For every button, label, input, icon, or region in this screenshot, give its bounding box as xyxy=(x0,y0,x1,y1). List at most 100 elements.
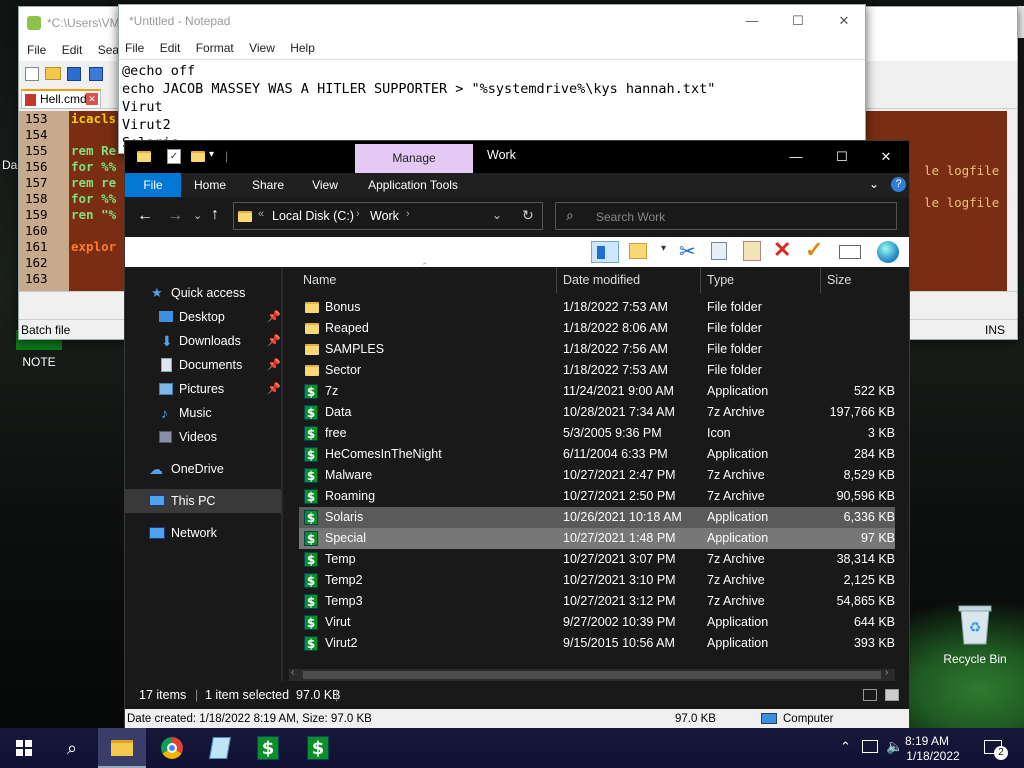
help-icon[interactable]: ? xyxy=(891,177,906,192)
file-row-virut2[interactable]: $ Virut2 9/15/2015 10:56 AM Application 393 … xyxy=(299,633,895,654)
open-folder-icon[interactable] xyxy=(45,67,61,80)
pin-icon[interactable]: 📌 xyxy=(267,329,281,353)
tab-close-icon[interactable]: ✕ xyxy=(86,93,98,105)
clock-date[interactable]: 1/18/2022 xyxy=(904,749,962,763)
taskbar-chrome-icon[interactable] xyxy=(148,728,196,768)
column-type[interactable]: Type xyxy=(703,267,821,293)
npp-menu-file[interactable]: File xyxy=(27,43,46,57)
notification-center-icon[interactable]: 2 xyxy=(984,738,1008,760)
notepad-menu-edit[interactable]: Edit xyxy=(160,41,181,55)
file-row-sector[interactable]: Sector 1/18/2022 7:53 AM File folder xyxy=(299,360,895,381)
tab-share[interactable]: Share xyxy=(243,173,293,197)
nav-desktop[interactable]: Desktop 📌 xyxy=(125,305,281,329)
quick-access-toolbar-dropdown-icon[interactable]: ▾ xyxy=(209,149,214,160)
nav-downloads[interactable]: ⬇ Downloads 📌 xyxy=(125,329,281,353)
save-all-icon[interactable] xyxy=(89,67,103,81)
copy-icon[interactable] xyxy=(711,242,727,260)
preview-pane-icon[interactable] xyxy=(591,241,619,263)
scroll-right-icon[interactable]: › xyxy=(885,667,888,678)
refresh-icon[interactable]: ↻ xyxy=(522,207,534,224)
file-row-reaped[interactable]: Reaped 1/18/2022 8:06 AM File folder xyxy=(299,318,895,339)
file-row-data[interactable]: $ Data 10/28/2021 7:34 AM 7z Archive 197,766… xyxy=(299,402,895,423)
file-row-7z[interactable]: $7z 11/24/2021 9:00 AM Application 522 KB xyxy=(299,381,895,402)
notepad-window[interactable]: *Untitled - Notepad — ☐ ✕ File Edit Form… xyxy=(118,4,866,154)
nav-documents[interactable]: Documents 📌 xyxy=(125,353,281,377)
notepad-menu-help[interactable]: Help xyxy=(290,41,315,55)
rename-checkmark-icon[interactable]: ✓ xyxy=(805,237,823,263)
taskbar-file-explorer-icon[interactable] xyxy=(98,728,146,768)
file-row-free[interactable]: $ free 5/3/2005 9:36 PM Icon 3 KB xyxy=(299,423,895,444)
file-row-virut[interactable]: $ Virut 9/27/2002 10:39 PM Application 644 K… xyxy=(299,612,895,633)
nav-this-pc[interactable]: This PC xyxy=(125,489,281,513)
file-row-hecomesinthenight[interactable]: $ HeComesInTheNight 6/11/2004 6:33 PM Appli… xyxy=(299,444,895,465)
recycle-bin-icon[interactable]: ♻ xyxy=(955,600,995,646)
npp-vscroll[interactable] xyxy=(1007,111,1017,291)
taskbar-app-dollar-icon[interactable]: $ xyxy=(244,728,292,768)
tab-application-tools[interactable]: Application Tools xyxy=(359,173,467,197)
view-options-icon[interactable] xyxy=(629,243,647,259)
notepad-maximize-icon[interactable]: ☐ xyxy=(775,5,821,37)
notepad-close-icon[interactable]: ✕ xyxy=(821,5,867,37)
globe-icon[interactable] xyxy=(877,241,899,263)
file-row-temp3[interactable]: $ Temp3 10/27/2021 3:12 PM 7z Archive 54,865… xyxy=(299,591,895,612)
explorer-maximize-icon[interactable]: ☐ xyxy=(819,141,865,173)
tab-file[interactable]: File xyxy=(125,173,181,197)
address-overflow[interactable]: « xyxy=(258,208,264,220)
ribbon-expand-chevron-icon[interactable]: ⌄ xyxy=(869,177,879,191)
properties-dialog-icon[interactable] xyxy=(839,245,861,259)
column-size[interactable]: Size xyxy=(823,267,903,293)
nav-quick-access[interactable]: ★ Quick access xyxy=(125,281,281,305)
nav-onedrive[interactable]: ☁ OneDrive xyxy=(125,457,281,481)
explorer-minimize-icon[interactable]: — xyxy=(773,141,819,173)
cut-icon[interactable]: ✂ xyxy=(679,239,696,264)
column-name[interactable]: Name xyxy=(299,267,557,293)
column-date-modified[interactable]: Date modified xyxy=(559,267,701,293)
details-view-icon[interactable] xyxy=(863,689,877,701)
file-row-roaming[interactable]: $ Roaming 10/27/2021 2:50 PM 7z Archive 90,5… xyxy=(299,486,895,507)
view-dropdown-icon[interactable]: ▾ xyxy=(661,243,666,254)
file-row-bonus[interactable]: Bonus 1/18/2022 7:53 AM File folder xyxy=(299,297,895,318)
pin-icon[interactable]: 📌 xyxy=(267,305,281,329)
tab-view[interactable]: View xyxy=(301,173,349,197)
notepad-text-area[interactable]: @echo off echo JACOB MASSEY WAS A HITLER… xyxy=(119,59,865,153)
npp-menu-edit[interactable]: Edit xyxy=(62,43,83,57)
volume-muted-icon[interactable]: 🔈 xyxy=(886,738,903,755)
scroll-left-icon[interactable]: ‹ xyxy=(291,667,294,678)
delete-icon[interactable]: ✕ xyxy=(773,237,791,263)
address-dropdown-icon[interactable]: ⌄ xyxy=(492,208,502,222)
large-icons-view-icon[interactable] xyxy=(885,689,899,701)
breadcrumb-local-disk[interactable]: Local Disk (C:) xyxy=(272,209,354,223)
breadcrumb-work[interactable]: Work xyxy=(370,209,399,223)
start-windows-icon[interactable] xyxy=(0,728,48,768)
back-arrow-icon[interactable]: ← xyxy=(137,207,153,225)
manage-contextual-tab[interactable]: Manage xyxy=(355,144,473,173)
clock-time[interactable]: 8:19 AM xyxy=(904,731,950,751)
nav-videos[interactable]: Videos xyxy=(125,425,281,449)
nav-network[interactable]: Network xyxy=(125,521,281,545)
explorer-close-icon[interactable]: ✕ xyxy=(863,141,909,173)
pin-icon[interactable]: 📌 xyxy=(267,377,281,401)
scroll-thumb[interactable] xyxy=(303,671,881,679)
taskbar-notepad-icon[interactable] xyxy=(196,728,244,768)
network-status-icon[interactable] xyxy=(862,740,878,753)
search-box[interactable]: ⌕ Search Work xyxy=(555,202,897,230)
explorer-window[interactable]: ✓ ▾ | Manage Work — ☐ ✕ File Home Share … xyxy=(124,140,910,730)
file-row-special[interactable]: $ Special 10/27/2021 1:48 PM Application 97 … xyxy=(299,528,895,549)
notepad-menu-view[interactable]: View xyxy=(249,41,275,55)
taskbar-app-dollar-icon[interactable]: $ xyxy=(294,728,342,768)
show-hidden-icons-chevron-icon[interactable]: ⌃ xyxy=(840,739,851,755)
up-arrow-icon[interactable]: ↑ xyxy=(211,206,219,224)
horizontal-scrollbar[interactable]: ‹ › xyxy=(289,667,895,681)
properties-icon[interactable]: ✓ xyxy=(167,149,181,164)
tab-home[interactable]: Home xyxy=(185,173,235,197)
pane-splitter[interactable] xyxy=(281,267,283,681)
pin-icon[interactable]: 📌 xyxy=(267,353,281,377)
notepad-minimize-icon[interactable]: — xyxy=(729,5,775,37)
notepad-menu-file[interactable]: File xyxy=(125,41,144,55)
npp-tab-hell[interactable]: Hell.cmd ✕ xyxy=(21,89,101,109)
address-bar[interactable]: « Local Disk (C:) › Work › ⌄ ↻ xyxy=(233,202,543,230)
save-icon[interactable] xyxy=(67,67,81,81)
nav-music[interactable]: ♪ Music xyxy=(125,401,281,425)
new-folder-icon[interactable] xyxy=(191,151,205,162)
file-row-temp2[interactable]: $ Temp2 10/27/2021 3:10 PM 7z Archive 2,125 … xyxy=(299,570,895,591)
